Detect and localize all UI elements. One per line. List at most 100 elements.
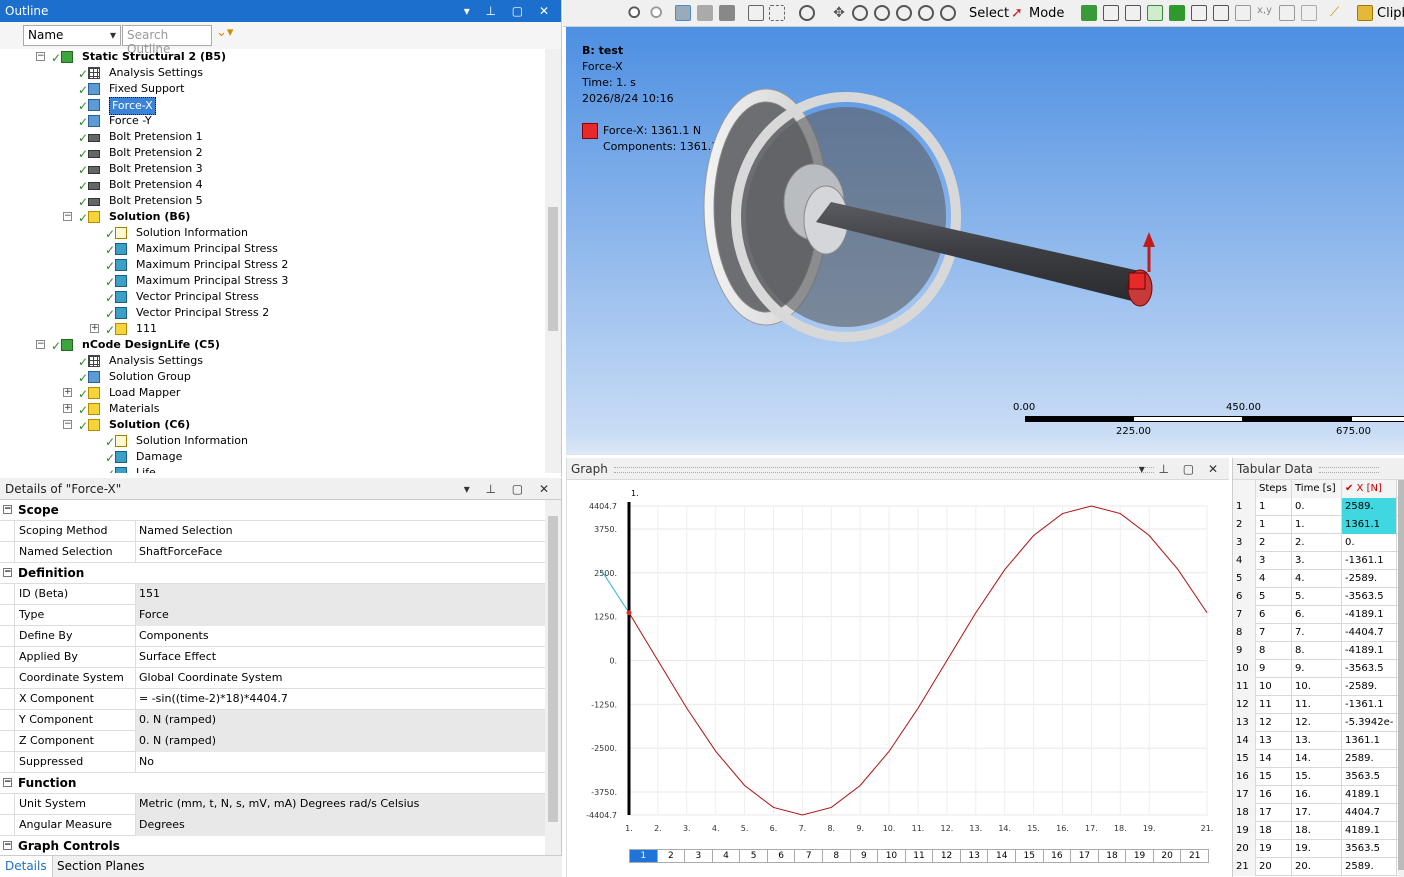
details-row[interactable]: Z Component 0. N (ramped) — [0, 731, 546, 752]
zoom-box-icon[interactable] — [874, 5, 890, 21]
table-row[interactable]: 10 9 9. -3563.5 — [1233, 660, 1401, 678]
select-mesh-icon[interactable] — [1213, 5, 1229, 21]
details-value[interactable]: = -sin((time-2)*18)*4404.7 — [136, 689, 545, 710]
outline-filter-select[interactable]: Name — [23, 25, 121, 46]
tree-item[interactable]: ✓ Vector Principal Stress 2 — [0, 305, 546, 321]
select-node-icon[interactable] — [1169, 5, 1185, 21]
details-value[interactable]: Components — [136, 626, 545, 647]
step-cell[interactable]: 5 — [739, 849, 768, 863]
step-cell[interactable]: 16 — [1042, 849, 1072, 863]
collapse-icon[interactable]: − — [36, 340, 45, 349]
select-element-icon[interactable] — [1191, 5, 1207, 21]
tree-item[interactable]: ✓ Bolt Pretension 2 — [0, 145, 546, 161]
details-value[interactable]: ShaftForceFace — [136, 542, 545, 563]
tree-item[interactable]: ✓ Force -Y — [0, 113, 546, 129]
details-scroll-thumb[interactable] — [548, 516, 558, 822]
shaded-cube-icon[interactable] — [675, 5, 691, 21]
details-row[interactable]: Applied By Surface Effect — [0, 647, 546, 668]
table-header[interactable]: Steps Time [s] ✔ X [N] — [1233, 480, 1401, 498]
tree-item[interactable]: ✓ Vector Principal Stress — [0, 289, 546, 305]
clipboard-icon[interactable] — [1357, 5, 1373, 21]
details-row[interactable]: Angular Measure Degrees — [0, 815, 546, 836]
details-category[interactable]: − Function — [0, 773, 546, 794]
table-row[interactable]: 2 1 1. 1361.1 — [1233, 516, 1401, 534]
table-row[interactable]: 19 18 18. 4189.1 — [1233, 822, 1401, 840]
details-row[interactable]: Type Force — [0, 605, 546, 626]
details-row[interactable]: Coordinate System Global Coordinate Syste… — [0, 668, 546, 689]
details-row[interactable]: Scoping Method Named Selection — [0, 521, 546, 542]
tree-item[interactable]: ✓ Solution Information — [0, 225, 546, 241]
tree-item[interactable]: − ✓ Static Structural 2 (B5) — [0, 49, 546, 65]
panel-controls-icon[interactable]: ▾ ⊥ ▢ ✕ — [464, 478, 555, 500]
details-value[interactable]: Metric (mm, t, N, s, mV, mA) Degrees rad… — [136, 794, 545, 815]
label-icon[interactable] — [1279, 5, 1295, 21]
outline-scrollbar[interactable] — [545, 49, 561, 473]
tree-item[interactable]: ✓ Analysis Settings — [0, 65, 546, 81]
table-row[interactable]: 11 10 10. -2589. — [1233, 678, 1401, 696]
table-row[interactable]: 20 19 19. 3563.5 — [1233, 840, 1401, 858]
details-row[interactable]: Suppressed No — [0, 752, 546, 773]
details-category[interactable]: − Scope — [0, 500, 546, 521]
table-row[interactable]: 21 20 20. 2589. — [1233, 858, 1401, 876]
tabular-scrollbar[interactable] — [1398, 480, 1404, 877]
clipboard-button[interactable]: Clipb — [1377, 6, 1404, 21]
step-cell[interactable]: 1 — [629, 849, 658, 863]
tree-item[interactable]: ✓ Maximum Principal Stress 2 — [0, 257, 546, 273]
panel-controls-icon[interactable]: ▾ ⊥ ▢ ✕ — [464, 0, 555, 22]
details-row[interactable]: Named Selection ShaftForceFace — [0, 542, 546, 563]
details-value[interactable]: No — [136, 752, 545, 773]
details-value[interactable]: Force — [136, 605, 545, 626]
details-row[interactable]: Define By Components — [0, 626, 546, 647]
expand-icon[interactable]: + — [63, 388, 72, 397]
table-row[interactable]: 4 3 3. -1361.1 — [1233, 552, 1401, 570]
table-row[interactable]: 3 2 2. 0. — [1233, 534, 1401, 552]
step-cell[interactable]: 19 — [1125, 849, 1154, 863]
outline-search-input[interactable]: Search Outline — [122, 25, 212, 56]
tree-item[interactable]: − ✓ Solution (B6) — [0, 209, 546, 225]
select-cursor-icon[interactable]: ➚ — [1011, 5, 1027, 21]
tree-item[interactable]: ✓ Analysis Settings — [0, 353, 546, 369]
chart-icon[interactable]: ⟋ — [1330, 5, 1346, 21]
table-row[interactable]: 14 13 13. 1361.1 — [1233, 732, 1401, 750]
details-row[interactable]: X Component = -sin((time-2)*18)*4404.7 — [0, 689, 546, 710]
step-cell[interactable]: 10 — [877, 849, 906, 863]
select-vertex-icon[interactable] — [1081, 5, 1097, 21]
step-cell[interactable]: 17 — [1070, 849, 1099, 863]
tree-item[interactable]: − ✓ Solution (C6) — [0, 417, 546, 433]
table-row[interactable]: 8 7 7. -4404.7 — [1233, 624, 1401, 642]
table-row[interactable]: 17 16 16. 4189.1 — [1233, 786, 1401, 804]
details-value[interactable]: 0. N (ramped) — [136, 710, 545, 731]
step-cell[interactable]: 15 — [1015, 849, 1044, 863]
step-cell[interactable]: 11 — [904, 849, 934, 863]
details-row[interactable]: Y Component 0. N (ramped) — [0, 710, 546, 731]
details-scrollbar[interactable] — [545, 500, 561, 855]
select-button[interactable]: Select — [969, 6, 1009, 21]
step-selector[interactable]: 1 2 3 4 5 6 7 8 9 10 11 12 13 14 15 16 17 18 19 20 21 — [629, 849, 1209, 863]
expand-icon[interactable]: + — [90, 324, 99, 333]
step-cell[interactable]: 21 — [1180, 849, 1209, 863]
step-cell[interactable]: 18 — [1097, 849, 1127, 863]
table-row[interactable]: 9 8 8. -4189.1 — [1233, 642, 1401, 660]
table-row[interactable]: 18 17 17. 4404.7 — [1233, 804, 1401, 822]
details-category[interactable]: − Definition — [0, 563, 546, 584]
zoom-in-icon[interactable] — [627, 5, 643, 21]
collapse-icon[interactable]: − — [3, 568, 12, 577]
mode-button[interactable]: Mode — [1029, 6, 1064, 21]
outline-scroll-thumb[interactable] — [548, 207, 558, 331]
step-cell[interactable]: 3 — [684, 849, 713, 863]
panel-controls-icon[interactable]: ▾ ⊥ ▢ ✕ — [1139, 458, 1223, 480]
details-value[interactable]: Global Coordinate System — [136, 668, 545, 689]
tree-item[interactable]: + ✓ Materials — [0, 401, 546, 417]
table-row[interactable]: 12 11 11. -1361.1 — [1233, 696, 1401, 714]
step-cell[interactable]: 20 — [1152, 849, 1182, 863]
details-value[interactable]: 151 — [136, 584, 545, 605]
tree-item[interactable]: ✓ Bolt Pretension 5 — [0, 193, 546, 209]
grid-icon[interactable] — [1235, 5, 1251, 21]
tree-item[interactable]: ✓ Damage — [0, 449, 546, 465]
details-value[interactable]: Named Selection — [136, 521, 545, 542]
zoom-reset-icon[interactable] — [940, 5, 956, 21]
force-time-chart[interactable]: 4404.73750.2500.1250.0.-1250.-2500.-3750… — [567, 480, 1230, 844]
step-cell[interactable]: 4 — [711, 849, 741, 863]
collapse-icon[interactable]: − — [63, 212, 72, 221]
step-cell[interactable]: 9 — [849, 849, 879, 863]
